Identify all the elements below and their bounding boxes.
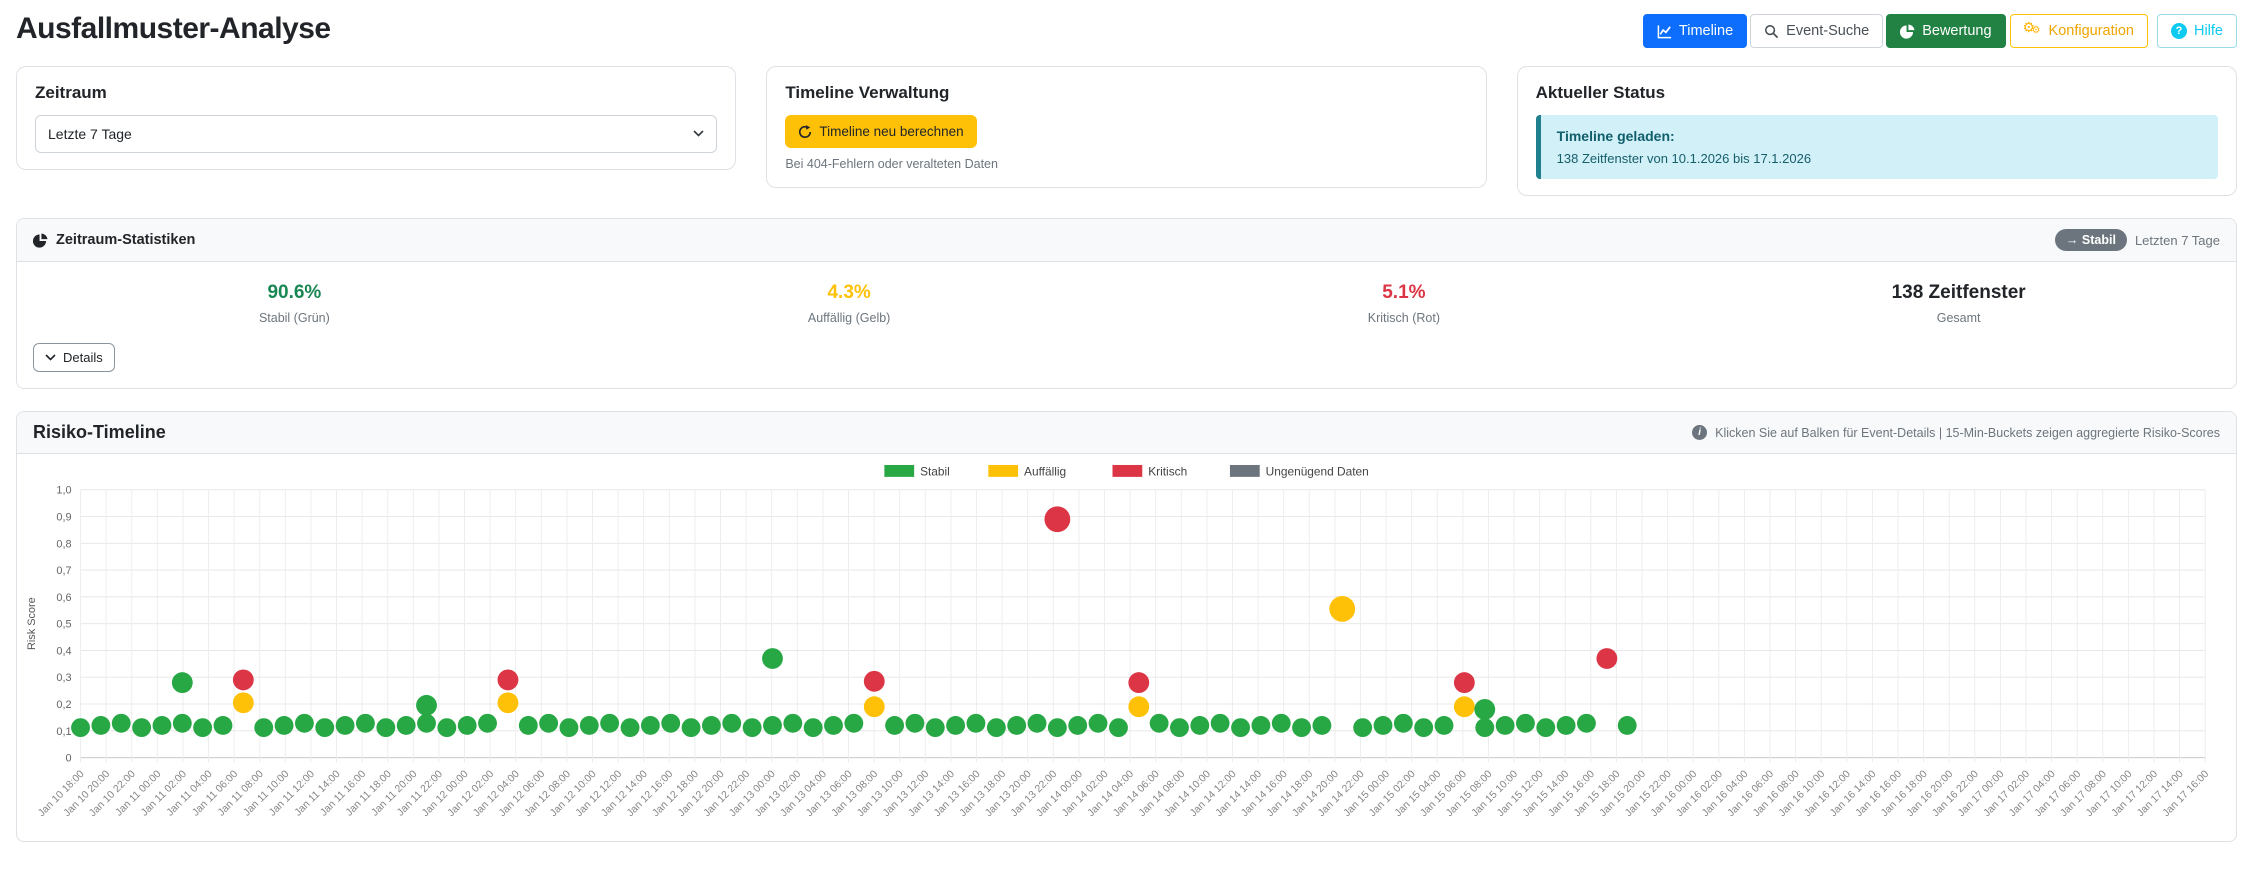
recalculate-hint: Bei 404-Fehlern oder veralteten Daten (785, 157, 998, 171)
chart-area: 0 0,1 0,2 0,3 0,4 0,5 0,6 0,7 0,8 0,9 1,0 Jan 10 18… (17, 454, 2236, 841)
svg-text:0,8: 0,8 (56, 538, 71, 550)
tab-label: Konfiguration (2048, 22, 2134, 39)
recalculate-timeline-button[interactable]: Timeline neu berechnen (785, 115, 977, 148)
svg-text:0: 0 (66, 753, 72, 765)
tab-label: Bewertung (1922, 22, 1992, 39)
details-label: Details (63, 350, 103, 365)
svg-text:0,6: 0,6 (56, 592, 71, 604)
stats-title: Zeitraum-Statistiken (56, 232, 196, 248)
status-alert-title: Timeline geladen: (1556, 128, 1675, 144)
trend-badge: → Stabil (2054, 229, 2127, 251)
svg-text:Kritisch: Kritisch (1148, 464, 1187, 478)
refresh-icon (799, 124, 812, 138)
risk-timeline-note: Klicken Sie auf Balken für Event-Details… (1715, 425, 2220, 440)
stats-header: Zeitraum-Statistiken → Stabil Letzten 7 … (17, 219, 2236, 262)
info-icon: i (1692, 425, 1708, 440)
zeitraum-select-value: Letzte 7 Tage (48, 126, 132, 142)
page-title: Ausfallmuster-Analyse (16, 12, 331, 45)
svg-text:Ungenügend Daten: Ungenügend Daten (1266, 464, 1369, 478)
pie-chart-icon (33, 232, 48, 248)
stat-value: 138 Zeitfenster (1891, 282, 2026, 303)
card-title: Aktueller Status (1535, 83, 1666, 102)
tab-event-suche[interactable]: Event-Suche (1750, 14, 1884, 48)
svg-text:Auffällig: Auffällig (1024, 464, 1066, 478)
stat-value: 4.3% (827, 282, 871, 303)
line-chart-icon (1657, 24, 1671, 38)
gears-icon: ⚙ ⚙ (2022, 19, 2041, 36)
stat-auffaellig: 4.3% Auffällig (Gelb) (572, 282, 1127, 325)
svg-text:Jan 17 16:00: Jan 17 16:00 (2161, 769, 2211, 819)
stat-label: Auffällig (Gelb) (807, 311, 891, 325)
tab-label: Timeline (1678, 22, 1734, 39)
stats-row: 90.6% Stabil (Grün) 4.3% Auffällig (Gelb… (17, 262, 2236, 331)
svg-text:0,9: 0,9 (56, 512, 71, 524)
tab-bewertung[interactable]: Bewertung (1886, 14, 2006, 48)
recalculate-timeline-label: Timeline neu berechnen (819, 124, 964, 139)
tab-timeline[interactable]: Timeline (1642, 14, 1748, 48)
chevron-down-icon (693, 130, 704, 137)
risk-timeline-title: Risiko-Timeline (33, 422, 166, 442)
svg-text:Risk Score: Risk Score (26, 597, 38, 650)
card-aktueller-status: Aktueller Status Timeline geladen: 138 Z… (1516, 66, 2237, 196)
help-icon: ? (2170, 23, 2187, 39)
cards-row: Zeitraum Letzte 7 Tage Timeline Verwaltu… (16, 66, 2237, 196)
risk-timeline-header: Risiko-Timeline i Klicken Sie auf Balken… (17, 412, 2236, 454)
details-button[interactable]: Details (33, 343, 115, 372)
svg-text:0,2: 0,2 (56, 699, 71, 711)
svg-text:0,3: 0,3 (56, 672, 71, 684)
chevron-down-icon (45, 354, 56, 361)
stat-gesamt: 138 Zeitfenster Gesamt (1681, 282, 2236, 325)
svg-text:1,0: 1,0 (56, 485, 71, 497)
svg-text:Stabil: Stabil (920, 464, 950, 478)
card-title: Timeline Verwaltung (785, 83, 950, 102)
tab-konfiguration[interactable]: ⚙ ⚙ Konfiguration (2009, 14, 2148, 48)
card-timeline-verwaltung: Timeline Verwaltung Timeline neu berechn… (766, 66, 1487, 188)
card-title: Zeitraum (35, 83, 107, 102)
stat-label: Stabil (Grün) (258, 311, 330, 325)
stat-kritisch: 5.1% Kritisch (Rot) (1127, 282, 1682, 325)
tab-label: Hilfe (2193, 22, 2223, 39)
tab-label: Event-Suche (1786, 22, 1870, 39)
risk-timeline-card: Risiko-Timeline i Klicken Sie auf Balken… (16, 411, 2237, 842)
status-alert-text: 138 Zeitfenster von 10.1.2026 bis 17.1.2… (1556, 151, 1812, 166)
risk-timeline-chart[interactable]: 00,10,20,30,40,50,60,70,80,91,0Jan 10 18… (23, 462, 2230, 841)
status-alert: Timeline geladen: 138 Zeitfenster von 10… (1535, 115, 2218, 179)
svg-text:0,4: 0,4 (56, 645, 71, 657)
stats-range-label: Letzten 7 Tage (2134, 232, 2220, 248)
stat-value: 5.1% (1382, 282, 1426, 303)
topbar: Ausfallmuster-Analyse Timeline Event-Suc… (16, 6, 2237, 56)
stat-label: Gesamt (1936, 311, 1981, 325)
zeitraum-select[interactable]: Letzte 7 Tage (35, 115, 718, 153)
stat-label: Kritisch (Rot) (1367, 311, 1440, 325)
svg-text:0,5: 0,5 (56, 619, 71, 631)
nav-group: Timeline Event-Suche Bewertung ⚙ ⚙ Konfig… (1642, 14, 2237, 48)
svg-text:0,1: 0,1 (56, 726, 71, 738)
search-icon (1765, 24, 1779, 38)
stat-stabil: 90.6% Stabil (Grün) (17, 282, 572, 325)
tab-hilfe[interactable]: ? Hilfe (2156, 14, 2237, 48)
svg-text:0,7: 0,7 (56, 565, 71, 577)
card-zeitraum: Zeitraum Letzte 7 Tage (16, 66, 737, 170)
stats-card: Zeitraum-Statistiken → Stabil Letzten 7 … (16, 218, 2237, 389)
pie-chart-icon (1900, 23, 1915, 39)
stat-value: 90.6% (267, 282, 322, 303)
